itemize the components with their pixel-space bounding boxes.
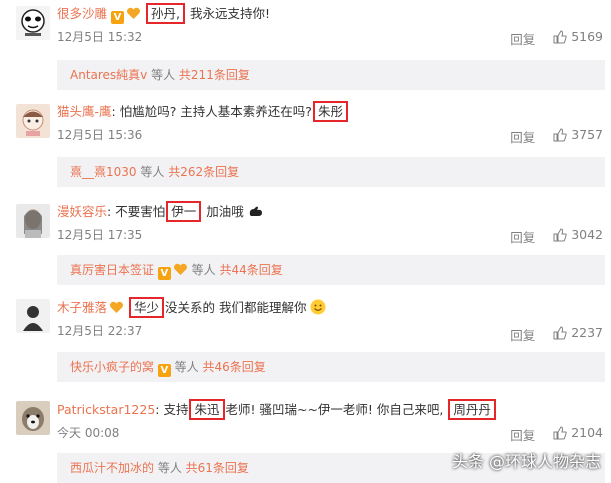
avatar[interactable]: [16, 104, 50, 138]
sub-reply-mid: 等人: [136, 165, 169, 179]
thumbs-up-icon: [553, 30, 567, 44]
sub-reply-mid: 等人: [147, 68, 179, 82]
reply-button[interactable]: 回复: [510, 428, 535, 443]
comment-time: 12月5日 22:37: [57, 324, 143, 338]
username-link[interactable]: 猫头鹰-鹰: [57, 104, 112, 119]
heart-badge-icon: [127, 7, 140, 19]
reply-button[interactable]: 回复: [510, 230, 535, 245]
highlighted-name: 华少: [129, 297, 165, 318]
sub-reply-username[interactable]: 真厉害日本签证: [70, 263, 154, 277]
like-count: 2237: [571, 325, 603, 340]
comment-text: : 不要害怕: [107, 204, 166, 219]
comment-time: 12月5日 15:36: [57, 128, 143, 142]
sub-replies-bar[interactable]: 真厉害日本签证 V 等人 共44条回复: [57, 255, 605, 285]
verified-badge-icon: V: [157, 267, 171, 280]
watermark: 头条 @环球人物杂志: [451, 452, 601, 471]
sub-reply-count[interactable]: 共211条回复: [179, 68, 250, 82]
comment-actions: 回复 2104: [510, 425, 603, 444]
comment-actions: 回复 3757: [510, 127, 603, 146]
sub-reply-username[interactable]: Antares純真v: [70, 68, 147, 82]
comment-text: 我永远支持你!: [185, 6, 270, 21]
comment-line: 木子雅落 华少 没关系的 我们都能理解你: [57, 297, 326, 318]
avatar[interactable]: [16, 299, 50, 333]
highlighted-name: 朱迅: [189, 399, 225, 420]
reply-button[interactable]: 回复: [510, 328, 535, 343]
avatar[interactable]: [16, 204, 50, 238]
comment-time: 12月5日 17:35: [57, 228, 143, 242]
highlighted-name: 孙丹,: [145, 3, 185, 24]
sub-replies-bar[interactable]: 快乐小疯子的窝 V 等人 共46条回复: [57, 352, 605, 382]
comment-text: 没关系的 我们都能理解你: [165, 300, 307, 315]
avatar[interactable]: [16, 401, 50, 435]
reply-button[interactable]: 回复: [510, 130, 535, 145]
comment-text: 加油哦: [202, 204, 244, 219]
verified-badge-icon: V: [157, 364, 171, 377]
username-link[interactable]: 木子雅落: [57, 300, 107, 315]
comment-text: [124, 300, 128, 315]
like-count: 3042: [571, 227, 603, 242]
username-link[interactable]: 很多沙雕: [57, 6, 107, 21]
sub-reply-count[interactable]: 共44条回复: [219, 263, 282, 277]
sub-reply-username[interactable]: 熹__熹1030: [70, 165, 137, 179]
sub-reply-username[interactable]: 快乐小疯子的窝: [70, 360, 154, 374]
comment-line: 猫头鹰-鹰: 怕尴尬吗? 主持人基本素养还在吗? 朱彤: [57, 101, 349, 122]
sub-reply-mid: 等人: [154, 461, 186, 475]
sub-reply-count[interactable]: 共61条回复: [186, 461, 249, 475]
like-button[interactable]: 5169: [553, 29, 603, 45]
highlighted-name: 朱彤: [312, 101, 348, 122]
avatar[interactable]: [16, 6, 50, 40]
comment-actions: 回复 5169: [510, 29, 603, 48]
comment-line: 很多沙雕 V 孙丹, 我永远支持你!: [57, 3, 270, 24]
sub-reply-mid: 等人: [170, 360, 203, 374]
highlighted-name: 伊一: [166, 201, 202, 222]
comment-text: : 支持: [155, 402, 189, 417]
like-count: 5169: [571, 29, 603, 44]
sub-replies-bar[interactable]: Antares純真v 等人 共211条回复: [57, 60, 605, 90]
comment-actions: 回复 2237: [510, 325, 603, 344]
thumbs-up-icon: [553, 128, 567, 142]
thumbs-up-icon: [553, 426, 567, 440]
sub-reply-mid: 等人: [187, 263, 220, 277]
comment-line: Patrickstar1225: 支持 朱迅 老师! 骚凹瑞~~伊一老师! 你自己来…: [57, 399, 497, 420]
username-link[interactable]: Patrickstar1225: [57, 402, 155, 417]
thumbs-up-icon: [553, 326, 567, 340]
comment-time: 12月5日 15:32: [57, 30, 143, 44]
verified-badge-icon: V: [111, 11, 124, 24]
like-button[interactable]: 2237: [553, 325, 603, 341]
like-button[interactable]: 2104: [553, 425, 603, 441]
like-button[interactable]: 3757: [553, 127, 603, 143]
thumbs-up-icon: [553, 228, 567, 242]
heart-badge-icon: [110, 301, 123, 313]
like-count: 3757: [571, 127, 603, 142]
comment-text: 老师! 骚凹瑞~~伊一老师! 你自己来吧,: [225, 402, 444, 417]
comment-text: : 怕尴尬吗? 主持人基本素养还在吗?: [111, 104, 312, 119]
sub-replies-bar[interactable]: 熹__熹1030 等人 共262条回复: [57, 157, 605, 187]
like-count: 2104: [571, 425, 603, 440]
heart-badge-icon: [173, 263, 187, 275]
sub-reply-count[interactable]: 共46条回复: [202, 360, 265, 374]
smile-emoji-icon: [310, 299, 326, 315]
username-link[interactable]: 漫妖容乐: [57, 204, 107, 219]
highlighted-name: 周丹丹: [448, 399, 496, 420]
like-button[interactable]: 3042: [553, 227, 603, 243]
reply-button[interactable]: 回复: [510, 32, 535, 47]
comment-line: 漫妖容乐: 不要害怕 伊一 加油哦: [57, 201, 264, 222]
comment-time: 今天 00:08: [57, 426, 120, 440]
comment-actions: 回复 3042: [510, 227, 603, 246]
sub-reply-count[interactable]: 共262条回复: [168, 165, 239, 179]
flexed-arm-emoji-icon: [249, 206, 262, 216]
sub-reply-username[interactable]: 西瓜汁不加冰的: [70, 461, 154, 475]
